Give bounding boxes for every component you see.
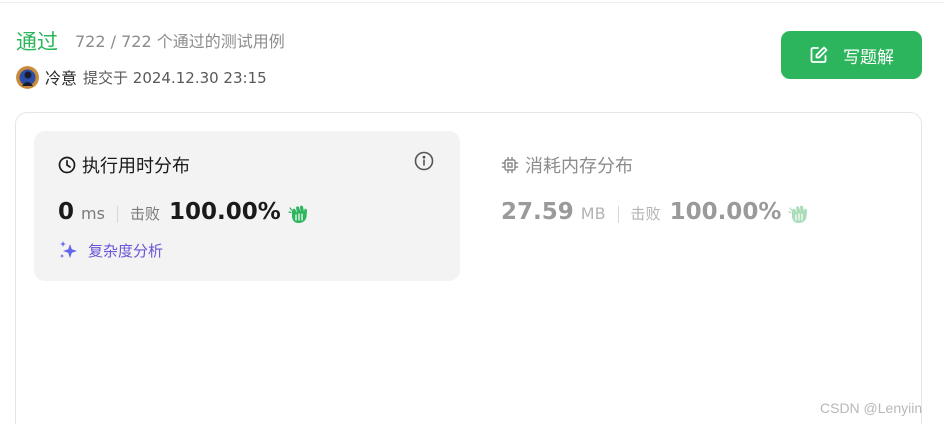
edit-icon [810,46,828,63]
runtime-unit: ms [81,204,105,223]
complexity-analysis-link[interactable]: 复杂度分析 [58,239,163,261]
runtime-metric: 0 ms 击败 100.00% [58,199,310,229]
runtime-beat-label: 击败 [129,205,160,223]
memory-title-label: 消耗内存分布 [525,156,633,177]
avatar[interactable] [16,65,39,89]
watermark: CSDN @Lenyiin [820,400,923,416]
memory-beat-label: 击败 [630,205,661,223]
author-name[interactable]: 冷意 [45,65,77,89]
clap-icon [788,205,808,223]
submission-status: 通过 [16,30,58,54]
memory-metric: 27.59 MB 击败 100.00% [501,199,810,229]
memory-title: 消耗内存分布 [501,153,633,177]
write-solution-button[interactable]: 写题解 [781,31,922,79]
sparkle-icon [60,241,77,258]
runtime-title: 执行用时分布 [58,153,190,177]
runtime-beat-percent: 100.00% [168,199,281,225]
info-icon[interactable] [414,151,434,171]
author-row: 冷意 提交于 2024.12.30 23:15 [16,65,267,89]
memory-value: 27.59 [501,199,574,225]
clock-icon [58,156,76,174]
complexity-analysis-label: 复杂度分析 [88,241,164,260]
submission-time: 提交于 2024.12.30 23:15 [83,68,267,87]
metric-divider [116,205,118,223]
memory-unit: MB [580,204,606,223]
memory-card[interactable]: 消耗内存分布 27.59 MB 击败 100.00% [501,131,901,281]
top-divider [0,2,944,3]
memory-beat-percent: 100.00% [669,199,782,225]
cpu-icon [501,156,519,174]
clap-icon [288,205,307,223]
runtime-title-label: 执行用时分布 [82,156,190,177]
runtime-card[interactable]: 执行用时分布 0 ms 击败 100.00% 复杂度分析 [34,131,460,281]
metric-divider [617,205,619,223]
runtime-value: 0 [58,199,75,225]
testcase-summary: 722 / 722 个通过的测试用例 [75,32,285,51]
write-solution-label: 写题解 [843,47,894,68]
